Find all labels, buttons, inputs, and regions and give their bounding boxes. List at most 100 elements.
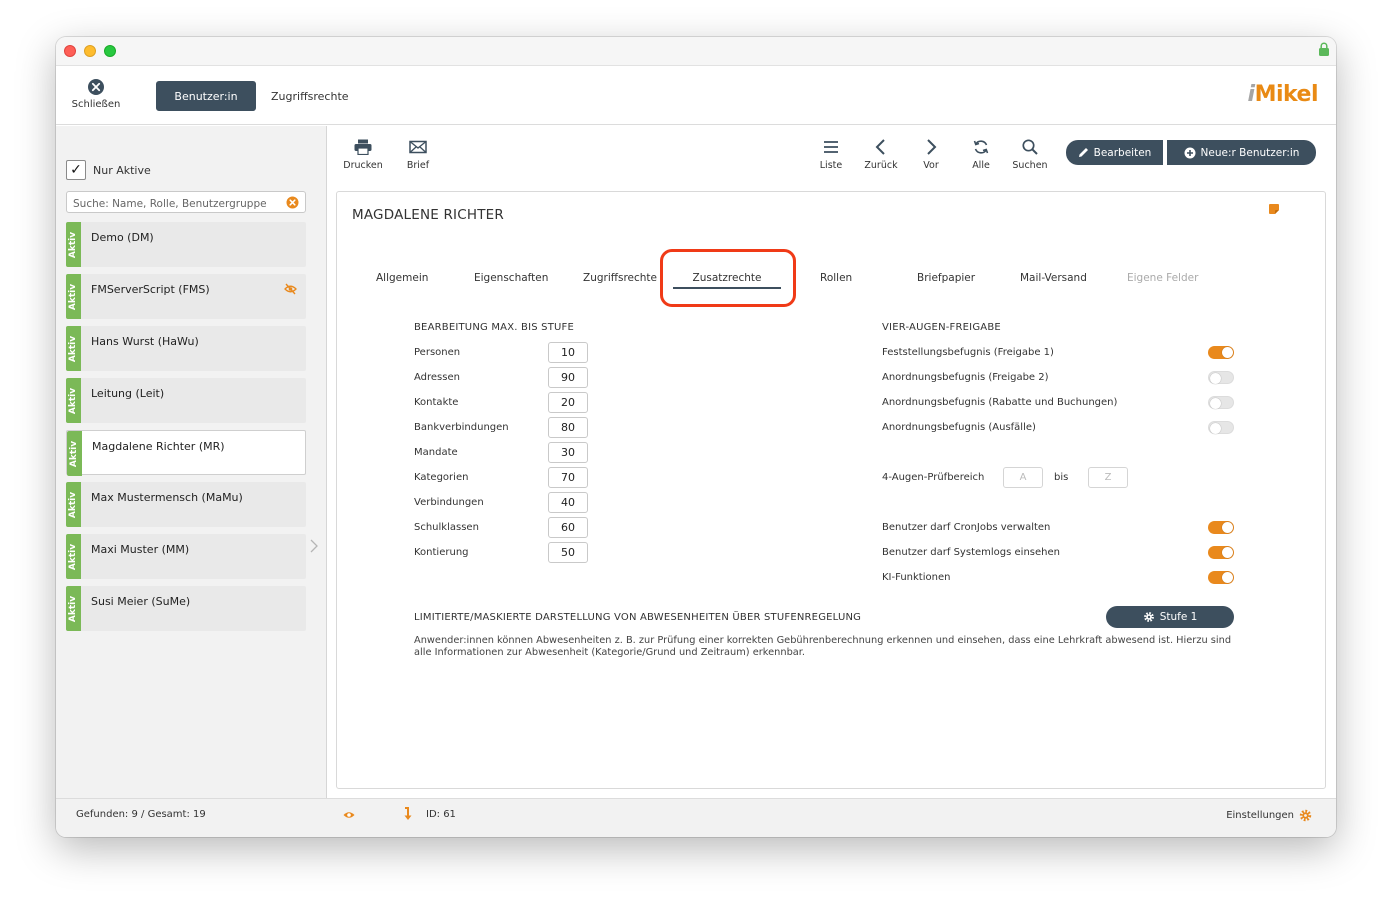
tab-user[interactable]: Benutzer:in xyxy=(156,81,256,111)
gear-icon xyxy=(1143,612,1154,622)
user-name: Max Mustermensch (MaMu) xyxy=(91,491,243,504)
user-list-item[interactable]: Aktiv Maxi Muster (MM) xyxy=(66,534,306,579)
sidebar: ✓ Nur Aktive Aktiv Demo (DM) Aktiv FMSer… xyxy=(56,126,327,798)
user-list-item-selected[interactable]: Aktiv Magdalene Richter (MR) xyxy=(66,430,306,476)
active-badge: Aktiv xyxy=(66,586,81,631)
zoom-window-button[interactable] xyxy=(104,45,116,57)
all-label: Alle xyxy=(972,160,990,171)
user-list-item[interactable]: Aktiv Susi Meier (SuMe) xyxy=(66,586,306,631)
level-label: Verbindungen xyxy=(414,497,484,508)
active-badge: Aktiv xyxy=(66,274,81,319)
envelope-icon xyxy=(409,140,427,154)
permission-toggle[interactable] xyxy=(1208,571,1234,584)
permission-toggle[interactable] xyxy=(1208,521,1234,534)
user-list: Aktiv Demo (DM) Aktiv FMServerScript (FM… xyxy=(66,222,306,638)
permission-label: Anordnungsbefugnis (Rabatte und Buchunge… xyxy=(882,397,1118,408)
level-input[interactable]: 80 xyxy=(548,417,588,438)
tab-general[interactable]: Allgemein xyxy=(376,272,428,284)
title-bar xyxy=(56,37,1336,66)
tab-letterhead[interactable]: Briefpapier xyxy=(917,272,975,284)
app-window: Schließen Benutzer:in Zugriffsrechte iMi… xyxy=(56,37,1336,837)
all-button[interactable]: Alle xyxy=(966,139,996,171)
permission-label: Anordnungsbefugnis (Ausfälle) xyxy=(882,422,1036,433)
level-input[interactable]: 70 xyxy=(548,467,588,488)
printer-icon xyxy=(354,139,372,155)
permission-label: KI-Funktionen xyxy=(882,572,951,583)
search-label: Suchen xyxy=(1012,160,1048,171)
tab-mail-sending[interactable]: Mail-Versand xyxy=(1020,272,1087,284)
level-label: Mandate xyxy=(414,447,458,458)
level-label: Kontakte xyxy=(414,397,459,408)
level-input[interactable]: 10 xyxy=(548,342,588,363)
edit-label: Bearbeiten xyxy=(1093,146,1152,159)
level-select-button[interactable]: Stufe 1 xyxy=(1106,606,1234,628)
level-label: Kontierung xyxy=(414,547,469,558)
permission-label: Benutzer darf Systemlogs einsehen xyxy=(882,547,1060,558)
minimize-window-button[interactable] xyxy=(84,45,96,57)
list-button[interactable]: Liste xyxy=(814,139,848,171)
tab-properties[interactable]: Eigenschaften xyxy=(474,272,548,284)
level-button-label: Stufe 1 xyxy=(1159,611,1198,623)
tab-access-rights[interactable]: Zugriffsrechte xyxy=(583,272,657,284)
tab-roles[interactable]: Rollen xyxy=(820,272,852,284)
clear-search-icon[interactable] xyxy=(286,196,299,209)
active-badge: Aktiv xyxy=(67,431,82,476)
chevron-left-icon xyxy=(875,139,885,155)
search-button[interactable]: Suchen xyxy=(1011,139,1049,171)
level-input[interactable]: 40 xyxy=(548,492,588,513)
chevron-right-icon xyxy=(927,139,937,155)
range-between-label: bis xyxy=(1054,472,1069,483)
level-input[interactable]: 30 xyxy=(548,442,588,463)
jump-arrow-icon[interactable] xyxy=(403,807,413,821)
level-label: Schulklassen xyxy=(414,522,479,533)
back-label: Zurück xyxy=(864,160,898,171)
settings-button[interactable]: Einstellungen xyxy=(1226,809,1312,822)
pencil-icon xyxy=(1078,148,1088,157)
level-input[interactable]: 50 xyxy=(548,542,588,563)
note-icon[interactable] xyxy=(1269,204,1279,214)
settings-label: Einstellungen xyxy=(1226,810,1294,821)
print-button[interactable]: Drucken xyxy=(343,139,383,171)
tab-custom-fields: Eigene Felder xyxy=(1127,272,1199,284)
user-name: Demo (DM) xyxy=(91,231,154,244)
permission-toggle[interactable] xyxy=(1208,546,1234,559)
user-name: Magdalene Richter (MR) xyxy=(92,440,225,453)
active-badge: Aktiv xyxy=(66,534,81,579)
user-list-item[interactable]: Aktiv FMServerScript (FMS) xyxy=(66,274,306,319)
new-user-label: Neue:r Benutzer:in xyxy=(1200,146,1300,159)
permission-toggle[interactable] xyxy=(1208,346,1234,359)
user-name: FMServerScript (FMS) xyxy=(91,283,210,296)
level-input[interactable]: 20 xyxy=(548,392,588,413)
lock-icon xyxy=(1319,42,1329,56)
permission-toggle[interactable] xyxy=(1208,421,1234,434)
eye-icon[interactable] xyxy=(343,811,355,819)
user-name: Hans Wurst (HaWu) xyxy=(91,335,199,348)
close-button[interactable]: Schließen xyxy=(70,78,122,110)
search-icon xyxy=(1022,139,1038,155)
user-list-item[interactable]: Aktiv Demo (DM) xyxy=(66,222,306,267)
plus-circle-icon xyxy=(1184,147,1196,158)
new-user-button[interactable]: Neue:r Benutzer:in xyxy=(1167,140,1316,165)
forward-button[interactable]: Vor xyxy=(916,139,946,171)
eye-off-icon xyxy=(284,283,297,295)
level-label: Personen xyxy=(414,347,461,358)
range-to-input[interactable]: Z xyxy=(1088,467,1128,488)
permission-toggle[interactable] xyxy=(1208,371,1234,384)
edit-button[interactable]: Bearbeiten xyxy=(1066,140,1163,165)
tab-additional-rights[interactable]: Zusatzrechte xyxy=(673,272,781,289)
permission-toggle[interactable] xyxy=(1208,396,1234,409)
filter-active-checkbox[interactable]: ✓ xyxy=(66,160,86,180)
level-input[interactable]: 90 xyxy=(548,367,588,388)
range-from-input[interactable]: A xyxy=(1003,467,1043,488)
letter-button[interactable]: Brief xyxy=(400,139,436,171)
user-list-item[interactable]: Aktiv Hans Wurst (HaWu) xyxy=(66,326,306,371)
page-title: MAGDALENE RICHTER xyxy=(352,207,504,223)
user-list-item[interactable]: Aktiv Max Mustermensch (MaMu) xyxy=(66,482,306,527)
back-button[interactable]: Zurück xyxy=(862,139,900,171)
user-list-item[interactable]: Aktiv Leitung (Leit) xyxy=(66,378,306,423)
tab-access-rights[interactable]: Zugriffsrechte xyxy=(271,81,349,111)
search-input[interactable] xyxy=(67,194,277,214)
close-window-button[interactable] xyxy=(64,45,76,57)
filter-active-row: ✓ Nur Aktive xyxy=(66,160,151,180)
level-input[interactable]: 60 xyxy=(548,517,588,538)
